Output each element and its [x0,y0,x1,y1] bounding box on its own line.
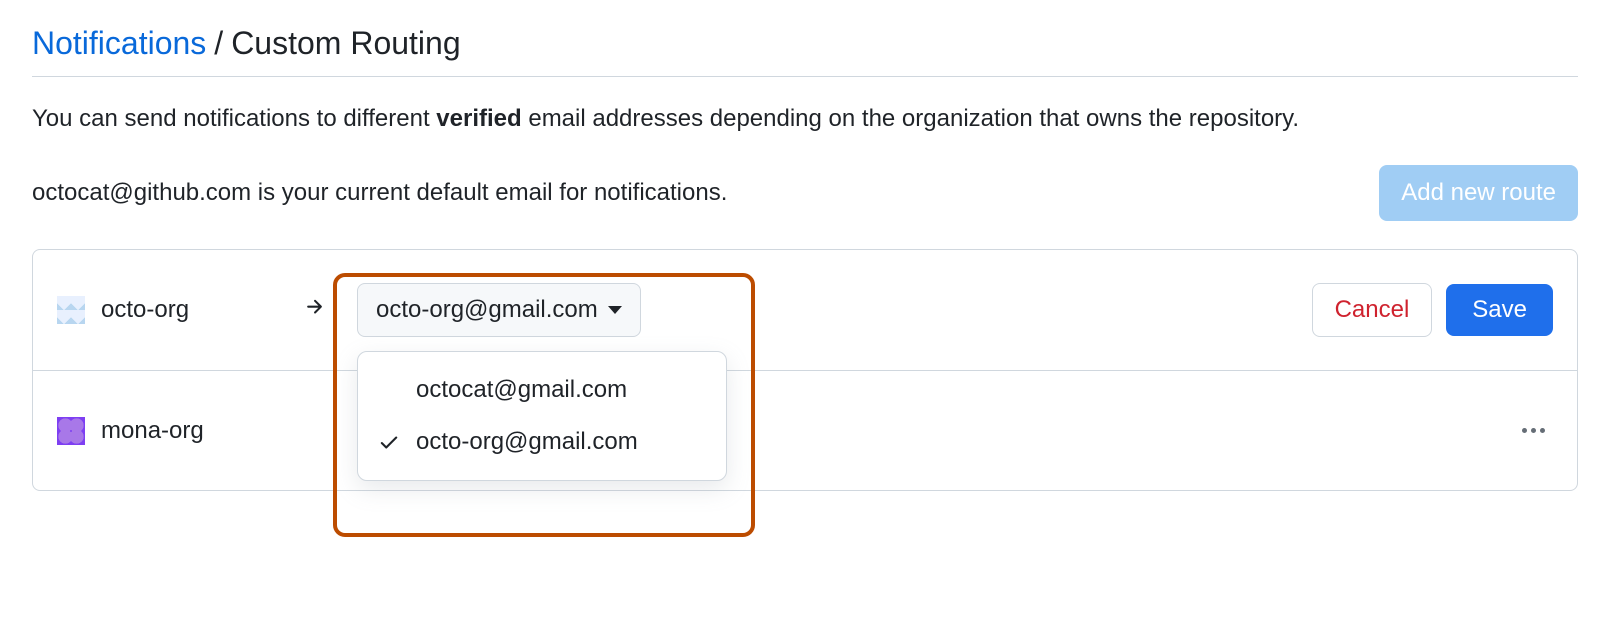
breadcrumb-notifications-link[interactable]: Notifications [32,25,206,62]
add-new-route-button[interactable]: Add new route [1379,165,1578,221]
routes-list: octo-org octo-org@gmail.com octocat@gmai… [32,249,1578,491]
kebab-icon [1522,428,1545,433]
dropdown-option-label: octo-org@gmail.com [416,428,638,456]
default-email-row: octocat@github.com is your current defau… [32,165,1578,221]
email-dropdown-menu: octocat@gmail.com octo-org@gmail.com [357,351,727,481]
route-row: octo-org octo-org@gmail.com octocat@gmai… [33,250,1577,370]
description-suffix: email addresses depending on the organiz… [522,105,1299,132]
description-text: You can send notifications to different … [32,101,1578,137]
row-actions: Cancel Save [1312,283,1553,337]
caret-down-icon [608,306,622,314]
arrow-right-icon [303,296,325,325]
email-select-value: octo-org@gmail.com [376,296,598,324]
description-prefix: You can send notifications to different [32,105,436,132]
org-name: octo-org [101,296,271,324]
org-avatar-icon [57,417,85,445]
route-row: mona-org ead@gmail.com [33,370,1577,490]
breadcrumb: Notifications / Custom Routing [32,25,1578,62]
save-button[interactable]: Save [1446,284,1553,336]
dropdown-option[interactable]: octo-org@gmail.com [358,416,726,468]
breadcrumb-current: Custom Routing [231,25,460,62]
cancel-button[interactable]: Cancel [1312,283,1433,337]
description-bold: verified [436,105,521,132]
email-select-wrapper: octo-org@gmail.com octocat@gmail.com oct… [357,283,641,337]
dropdown-option-label: octocat@gmail.com [416,376,627,404]
default-email-text: octocat@github.com is your current defau… [32,179,727,207]
breadcrumb-separator: / [214,25,223,62]
heading-divider [32,76,1578,77]
org-avatar-icon [57,296,85,324]
kebab-menu-button[interactable] [1514,420,1553,441]
email-select-dropdown[interactable]: octo-org@gmail.com [357,283,641,337]
dropdown-option[interactable]: octocat@gmail.com [358,364,726,416]
org-name: mona-org [101,417,271,445]
check-icon [378,431,408,453]
